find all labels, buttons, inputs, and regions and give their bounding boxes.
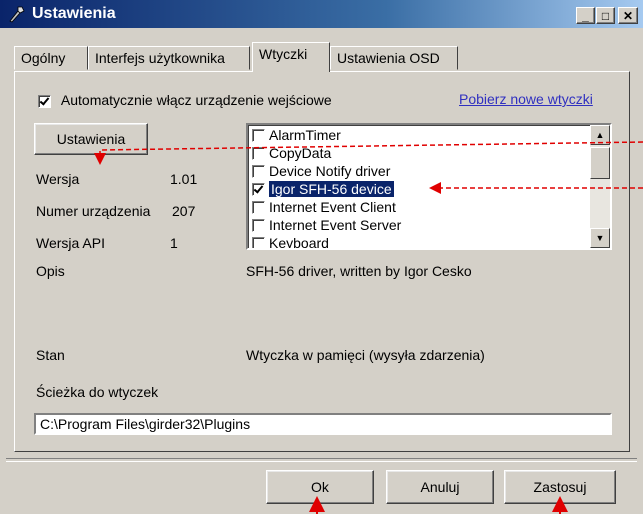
tab-user-interface[interactable]: Interfejs użytkownika <box>88 46 250 70</box>
scroll-down-button[interactable]: ▼ <box>590 228 610 248</box>
list-item-label: Igor SFH-56 device <box>269 181 394 197</box>
list-item-label: Device Notify driver <box>269 163 391 179</box>
checkbox[interactable] <box>252 236 265 248</box>
version-label: Wersja <box>36 171 80 187</box>
window-title: Ustawienia <box>32 5 116 22</box>
list-item[interactable]: AlarmTimer <box>252 126 582 144</box>
checkbox[interactable] <box>252 128 265 142</box>
checkbox[interactable] <box>252 200 265 214</box>
version-value: 1.01 <box>170 171 198 187</box>
status-label: Stan <box>36 347 65 363</box>
ok-button[interactable]: Ok <box>266 470 374 504</box>
plugin-path-input[interactable]: C:\Program Files\girder32\Plugins <box>34 413 612 435</box>
device-number-value: 207 <box>172 203 196 219</box>
checkbox-checked[interactable] <box>252 182 265 196</box>
description-value: SFH-56 driver, written by Igor Cesko <box>246 263 472 279</box>
title-bar[interactable]: Ustawienia _ □ ✕ <box>0 0 643 28</box>
list-item[interactable]: Keyboard <box>252 234 582 250</box>
list-item[interactable]: CopyData <box>252 144 582 162</box>
download-plugins-link[interactable]: Pobierz nowe wtyczki <box>459 91 593 107</box>
list-item-selected[interactable]: Igor SFH-56 device <box>252 180 582 198</box>
girder-app-icon <box>9 6 25 23</box>
close-button[interactable]: ✕ <box>618 7 638 24</box>
checkbox-checked[interactable] <box>38 94 51 108</box>
auto-enable-checkbox[interactable]: Automatycznie włącz urządzenie wejściowe <box>38 92 332 108</box>
footer-divider <box>6 458 637 462</box>
tab-label: Interfejs użytkownika <box>95 50 225 66</box>
list-item-label: Internet Event Client <box>269 199 396 215</box>
auto-enable-label: Automatycznie włącz urządzenie wejściowe <box>60 92 332 108</box>
list-scrollbar[interactable]: ▲ ▼ <box>590 125 610 248</box>
checkbox[interactable] <box>252 218 265 232</box>
button-label: Zastosuj <box>533 479 587 495</box>
arrow-up-icon: ▲ <box>595 130 605 140</box>
list-item[interactable]: Device Notify driver <box>252 162 582 180</box>
tab-osd-settings[interactable]: Ustawienia OSD <box>330 46 458 70</box>
checkbox[interactable] <box>252 146 265 160</box>
tab-general[interactable]: Ogólny <box>14 46 88 70</box>
cancel-button[interactable]: Anuluj <box>386 470 494 504</box>
maximize-button[interactable]: □ <box>596 7 615 24</box>
description-label: Opis <box>36 263 65 279</box>
api-version-value: 1 <box>170 235 178 251</box>
tab-label: Ustawienia OSD <box>337 50 440 66</box>
list-item[interactable]: Internet Event Client <box>252 198 582 216</box>
checkbox[interactable] <box>252 164 265 178</box>
button-label: Anuluj <box>420 479 460 495</box>
api-version-label: Wersja API <box>36 235 105 251</box>
list-item-label: CopyData <box>269 145 332 161</box>
close-icon: ✕ <box>622 9 634 23</box>
apply-button[interactable]: Zastosuj <box>504 470 616 504</box>
maximize-icon: □ <box>601 9 610 23</box>
minimize-icon: _ <box>582 9 589 23</box>
list-item-label: Internet Event Server <box>269 217 402 233</box>
device-number-label: Numer urządzenia <box>36 203 151 219</box>
plugin-path-label: Ścieżka do wtyczek <box>36 384 159 400</box>
scroll-up-button[interactable]: ▲ <box>590 125 610 145</box>
list-item-label: Keyboard <box>269 235 329 250</box>
plugin-list[interactable]: AlarmTimer CopyData Device Notify driver… <box>246 123 612 250</box>
list-item-label: AlarmTimer <box>269 127 341 143</box>
scroll-thumb[interactable] <box>590 147 610 179</box>
tab-label: Ogólny <box>21 50 66 66</box>
arrow-down-icon: ▼ <box>595 233 605 243</box>
tab-label: Wtyczki <box>259 46 308 62</box>
list-item[interactable]: Internet Event Server <box>252 216 582 234</box>
tab-plugins[interactable]: Wtyczki <box>252 42 330 72</box>
button-label: Ok <box>311 479 329 495</box>
button-label: Ustawienia <box>56 131 126 147</box>
plugin-settings-button[interactable]: Ustawienia <box>34 123 148 155</box>
status-value: Wtyczka w pamięci (wysyła zdarzenia) <box>246 347 485 363</box>
minimize-button[interactable]: _ <box>576 7 595 24</box>
